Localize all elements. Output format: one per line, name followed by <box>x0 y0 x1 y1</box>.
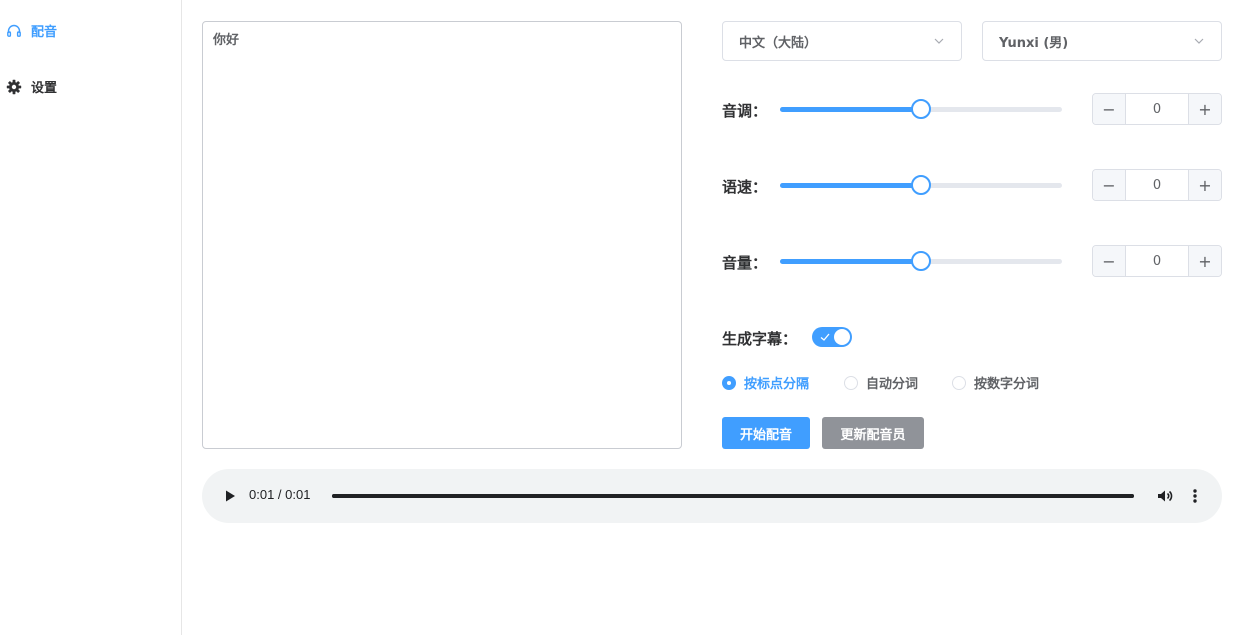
volume-stepper: − 0 + <box>1092 245 1222 277</box>
radio-label: 按标点分隔 <box>744 377 810 392</box>
update-voices-button[interactable]: 更新配音员 <box>822 417 924 449</box>
pitch-label: 音调： <box>722 102 768 120</box>
pitch-increase-button[interactable]: + <box>1188 94 1221 124</box>
audio-time: 0:01 / 0:01 <box>249 487 311 502</box>
pitch-value[interactable]: 0 <box>1126 94 1188 124</box>
volume-label: 音量： <box>722 254 768 272</box>
rate-slider-handle[interactable] <box>911 175 931 195</box>
rate-value[interactable]: 0 <box>1126 170 1188 200</box>
sidebar-item-label: 设置 <box>31 81 58 96</box>
volume-slider[interactable] <box>780 251 1062 271</box>
audio-progress-fill <box>332 494 1134 498</box>
radio-label: 按数字分词 <box>974 377 1040 392</box>
subtitle-label: 生成字幕： <box>722 330 798 348</box>
language-select-value: 中文（大陆） <box>739 35 818 51</box>
rate-slider[interactable] <box>780 175 1062 195</box>
volume-slider-fill <box>780 259 921 264</box>
radio-split-number[interactable]: 按数字分词 <box>952 373 1039 392</box>
volume-icon[interactable] <box>1156 487 1174 505</box>
more-options-icon[interactable] <box>1188 487 1202 505</box>
start-dubbing-button[interactable]: 开始配音 <box>722 417 810 449</box>
volume-increase-button[interactable]: + <box>1188 246 1221 276</box>
audio-player: 0:01 / 0:01 <box>202 469 1222 523</box>
pitch-decrease-button[interactable]: − <box>1093 94 1126 124</box>
pitch-slider-handle[interactable] <box>911 99 931 119</box>
audio-progress-bar[interactable] <box>332 494 1134 498</box>
gear-icon <box>6 79 22 95</box>
radio-split-punctuation[interactable]: 按标点分隔 <box>722 373 809 392</box>
voice-select-value: Yunxi (男) <box>999 35 1069 51</box>
chevron-down-icon <box>933 35 945 47</box>
volume-decrease-button[interactable]: − <box>1093 246 1126 276</box>
rate-label: 语速： <box>722 178 768 196</box>
pitch-slider[interactable] <box>780 99 1062 119</box>
radio-split-auto[interactable]: 自动分词 <box>844 373 918 392</box>
radio-dot <box>844 375 858 390</box>
headphones-icon <box>6 23 22 39</box>
play-icon[interactable] <box>222 488 238 504</box>
chevron-down-icon <box>1193 35 1205 47</box>
check-icon <box>819 331 831 343</box>
subtitle-toggle-knob <box>834 329 850 345</box>
subtitle-toggle[interactable] <box>812 327 852 347</box>
pitch-stepper: − 0 + <box>1092 93 1222 125</box>
voice-select[interactable]: Yunxi (男) <box>982 21 1222 61</box>
rate-stepper: − 0 + <box>1092 169 1222 201</box>
sidebar-item-settings[interactable]: 设置 <box>6 77 57 96</box>
rate-increase-button[interactable]: + <box>1188 170 1221 200</box>
sidebar: 配音 设置 <box>0 0 182 635</box>
radio-dot <box>952 375 966 390</box>
text-input[interactable]: 你好 <box>202 21 682 449</box>
radio-label: 自动分词 <box>866 377 919 392</box>
pitch-slider-fill <box>780 107 921 112</box>
volume-slider-handle[interactable] <box>911 251 931 271</box>
rate-decrease-button[interactable]: − <box>1093 170 1126 200</box>
sidebar-item-dubbing[interactable]: 配音 <box>6 21 57 40</box>
rate-slider-fill <box>780 183 921 188</box>
language-select[interactable]: 中文（大陆） <box>722 21 962 61</box>
radio-dot <box>722 375 736 390</box>
volume-value[interactable]: 0 <box>1126 246 1188 276</box>
sidebar-item-label: 配音 <box>31 25 58 40</box>
